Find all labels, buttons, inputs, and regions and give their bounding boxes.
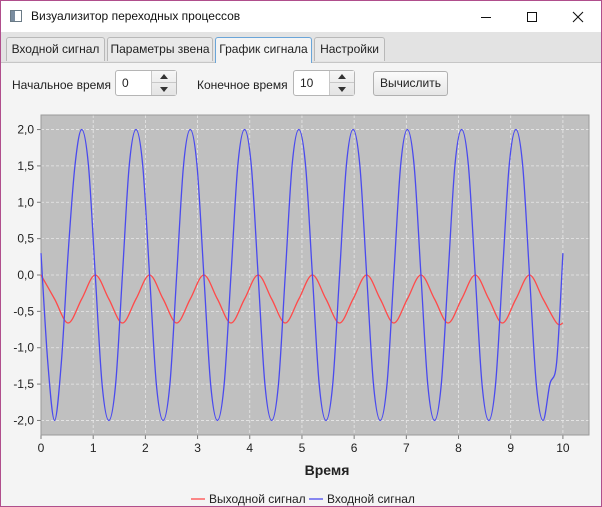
y-tick-label: 1,5 bbox=[17, 159, 34, 173]
end-time-spinner[interactable]: 10 bbox=[293, 70, 355, 96]
y-tick-label: 0,0 bbox=[17, 268, 34, 282]
tab-settings[interactable]: Настройки bbox=[314, 37, 385, 61]
start-time-value[interactable]: 0 bbox=[122, 76, 129, 90]
y-tick-label: -1,0 bbox=[13, 341, 34, 355]
x-tick-label: 6 bbox=[351, 441, 358, 455]
legend-label: Входной сигнал bbox=[327, 492, 415, 506]
compute-button[interactable]: Вычислить bbox=[373, 71, 448, 96]
legend-label: Выходной сигнал bbox=[209, 492, 306, 506]
x-tick-label: 0 bbox=[38, 441, 45, 455]
x-tick-label: 9 bbox=[507, 441, 514, 455]
end-time-increment[interactable] bbox=[330, 71, 354, 83]
start-time-increment[interactable] bbox=[152, 71, 176, 83]
y-tick-label: -0,5 bbox=[13, 304, 34, 318]
chevron-up-icon bbox=[338, 74, 346, 79]
app-window: Визуализитор переходных процессов Входно… bbox=[0, 0, 602, 507]
app-icon bbox=[10, 10, 22, 22]
start-time-label: Начальное время bbox=[12, 78, 112, 92]
maximize-icon bbox=[527, 11, 537, 22]
x-tick-label: 8 bbox=[455, 441, 462, 455]
maximize-button[interactable] bbox=[509, 1, 555, 32]
chevron-down-icon bbox=[160, 86, 168, 92]
x-tick-label: 1 bbox=[90, 441, 97, 455]
window-title: Визуализитор переходных процессов bbox=[31, 9, 241, 23]
x-tick-label: 10 bbox=[556, 441, 570, 455]
tab-input-signal[interactable]: Входной сигнал bbox=[6, 37, 105, 61]
start-time-decrement[interactable] bbox=[152, 83, 176, 95]
chart-panel: 0 1 2 3 4 5 6 7 8 9 10 2,0 1,5 1,0 0,5 0,0 -0,5 -1,0 -1,5 -… bbox=[1, 107, 601, 506]
y-tick-label: 2,0 bbox=[17, 123, 34, 137]
minimize-button[interactable] bbox=[463, 1, 509, 32]
y-tick-label: 0,5 bbox=[17, 232, 34, 246]
close-button[interactable] bbox=[555, 1, 601, 32]
tab-signal-chart[interactable]: График сигнала bbox=[215, 37, 312, 63]
chevron-up-icon bbox=[160, 74, 168, 79]
chevron-down-icon bbox=[338, 86, 346, 92]
y-tick-label: -1,5 bbox=[13, 377, 34, 391]
x-tick-label: 5 bbox=[299, 441, 306, 455]
minimize-icon bbox=[481, 16, 491, 18]
title-bar: Визуализитор переходных процессов bbox=[1, 1, 601, 32]
x-tick-label: 2 bbox=[142, 441, 149, 455]
controls-bar: Начальное время 0 Конечное время 10 Вычи… bbox=[1, 63, 601, 107]
end-time-label: Конечное время bbox=[197, 78, 288, 92]
x-tick-label: 4 bbox=[246, 441, 253, 455]
x-tick-label: 3 bbox=[194, 441, 201, 455]
x-tick-label: 7 bbox=[403, 441, 410, 455]
y-tick-label: 1,0 bbox=[17, 195, 34, 209]
end-time-value[interactable]: 10 bbox=[300, 76, 313, 90]
signal-chart: 0 1 2 3 4 5 6 7 8 9 10 2,0 1,5 1,0 0,5 0,0 -0,5 -1,0 -1,5 -… bbox=[13, 114, 590, 506]
end-time-decrement[interactable] bbox=[330, 83, 354, 95]
x-axis-label: Время bbox=[305, 462, 350, 478]
tab-bar: Входной сигнал Параметры звена График си… bbox=[1, 32, 601, 63]
close-icon bbox=[572, 11, 584, 22]
start-time-spinner[interactable]: 0 bbox=[115, 70, 177, 96]
y-tick-label: -2,0 bbox=[13, 413, 34, 427]
tab-link-parameters[interactable]: Параметры звена bbox=[107, 37, 213, 61]
